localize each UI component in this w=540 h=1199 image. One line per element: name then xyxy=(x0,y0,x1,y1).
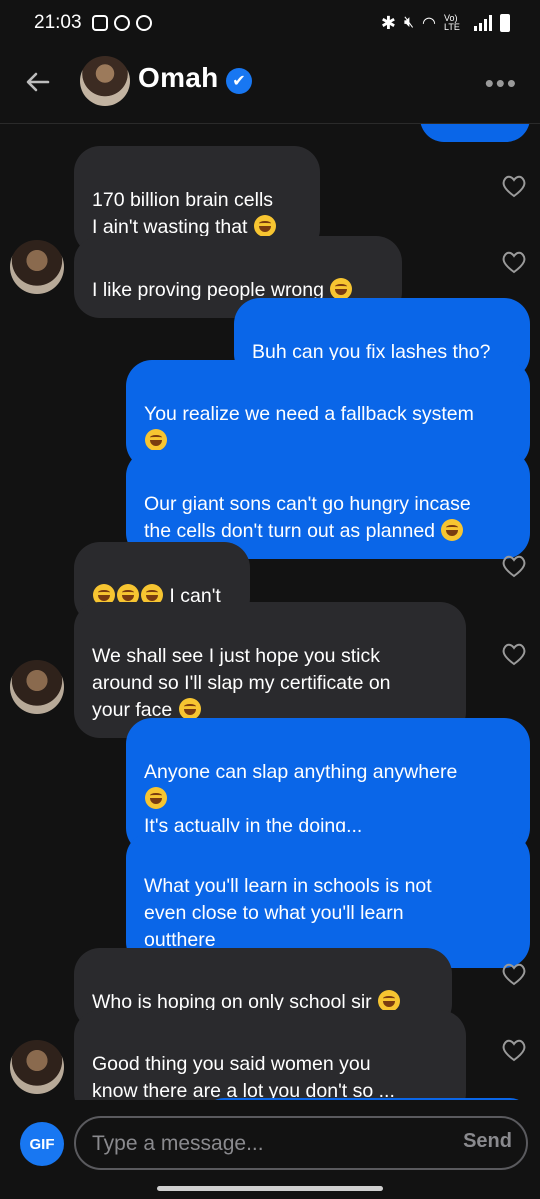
network-type: Vo) LTE xyxy=(444,13,460,32)
message-text: What you'll learn in schools is not even… xyxy=(144,875,432,951)
status-time: 21:03 xyxy=(34,12,82,33)
message-bubble-partial[interactable] xyxy=(204,1098,530,1100)
message-input-wrapper[interactable]: Send xyxy=(74,1116,528,1170)
sender-avatar[interactable] xyxy=(10,660,64,714)
whatsapp-icon xyxy=(113,15,130,31)
back-button[interactable] xyxy=(22,66,54,98)
more-options-button[interactable]: ••• xyxy=(485,68,518,99)
verified-badge-icon: ✔ xyxy=(226,68,252,94)
grinning-emoji-icon xyxy=(145,429,167,451)
heart-icon[interactable] xyxy=(500,960,528,988)
message-composer: GIF Send xyxy=(0,1104,540,1199)
message-input[interactable] xyxy=(90,1128,454,1160)
signal-icon xyxy=(474,15,492,31)
heart-icon[interactable] xyxy=(500,640,528,668)
message-bubble-incoming[interactable]: Good thing you said women you know there… xyxy=(74,1010,466,1100)
heart-icon[interactable] xyxy=(500,172,528,200)
sender-avatar[interactable] xyxy=(10,1040,64,1094)
chat-header: Omah ✔ ••• xyxy=(0,46,540,124)
battery-icon xyxy=(500,14,510,32)
mute-icon: 🔇︎ xyxy=(403,14,415,31)
grinning-emoji-icon xyxy=(253,215,276,237)
message-text: Good thing you said women you know there… xyxy=(92,1053,395,1100)
heart-icon[interactable] xyxy=(500,248,528,276)
grinning-emoji-icon xyxy=(330,278,353,300)
heart-notification-icon xyxy=(135,15,152,31)
contact-avatar[interactable] xyxy=(80,56,130,106)
home-indicator[interactable] xyxy=(157,1186,383,1191)
bluetooth-icon: ✱ xyxy=(380,12,396,33)
status-left: 21:03 xyxy=(34,12,152,34)
grinning-emoji-icon xyxy=(378,990,401,1012)
message-text: We shall see I just hope you stick aroun… xyxy=(92,645,391,721)
message-text: You realize we need a fallback system xyxy=(144,403,474,425)
status-bar: 21:03 ✱ 🔇︎ ◠ Vo) LTE xyxy=(0,0,540,46)
send-button[interactable]: Send xyxy=(463,1130,512,1153)
contact-name[interactable]: Omah xyxy=(138,62,219,94)
notification-icons xyxy=(91,15,152,31)
gallery-icon xyxy=(91,15,108,31)
heart-icon[interactable] xyxy=(500,552,528,580)
gif-button[interactable]: GIF xyxy=(20,1122,64,1166)
status-right: ✱ 🔇︎ ◠ Vo) LTE xyxy=(381,13,510,34)
heart-icon[interactable] xyxy=(500,1036,528,1064)
message-text: Our giant sons can't go hungry incase th… xyxy=(144,493,471,542)
sender-avatar[interactable] xyxy=(10,240,64,294)
arrow-left-icon xyxy=(26,72,50,92)
grinning-emoji-icon xyxy=(145,787,167,809)
wifi-icon: ◠ xyxy=(422,15,436,32)
message-list[interactable]: 170 billion brain cells I ain't wasting … xyxy=(0,124,540,1100)
smirking-emoji-icon xyxy=(178,698,201,720)
message-text: Anyone can slap anything anywhere xyxy=(144,761,458,783)
message-text: 170 billion brain cells I ain't wasting … xyxy=(92,189,274,238)
grinning-emoji-icon xyxy=(441,519,464,541)
message-bubble-partial[interactable] xyxy=(420,124,530,142)
